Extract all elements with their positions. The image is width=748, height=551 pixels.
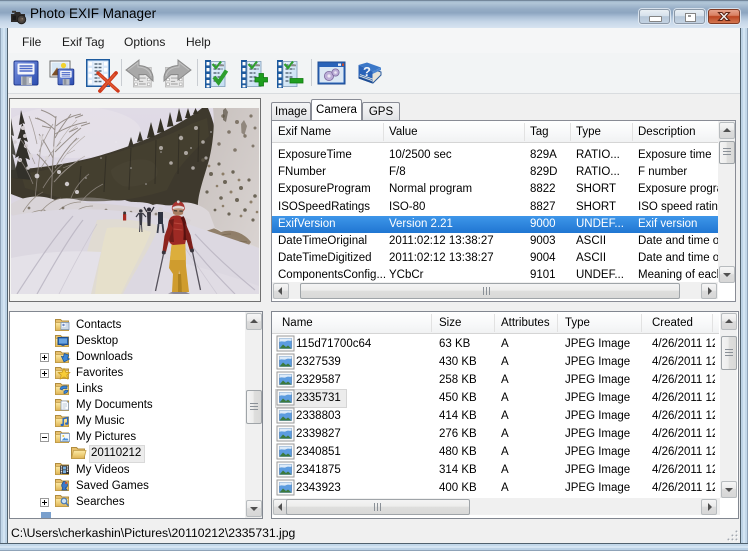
svg-text:?: ?	[363, 64, 371, 79]
